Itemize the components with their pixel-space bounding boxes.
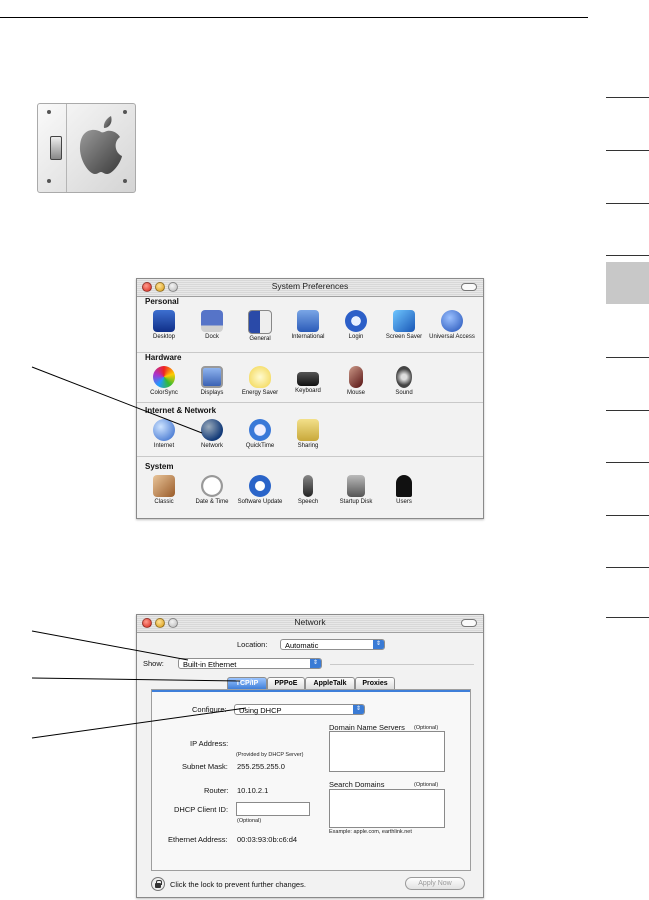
- callout-line-network: [31, 366, 203, 434]
- callout-line-configure: [31, 707, 247, 739]
- callout-line-show: [31, 630, 189, 661]
- callout-line-tcpip: [31, 677, 241, 682]
- callout-lines: [31, 366, 247, 739]
